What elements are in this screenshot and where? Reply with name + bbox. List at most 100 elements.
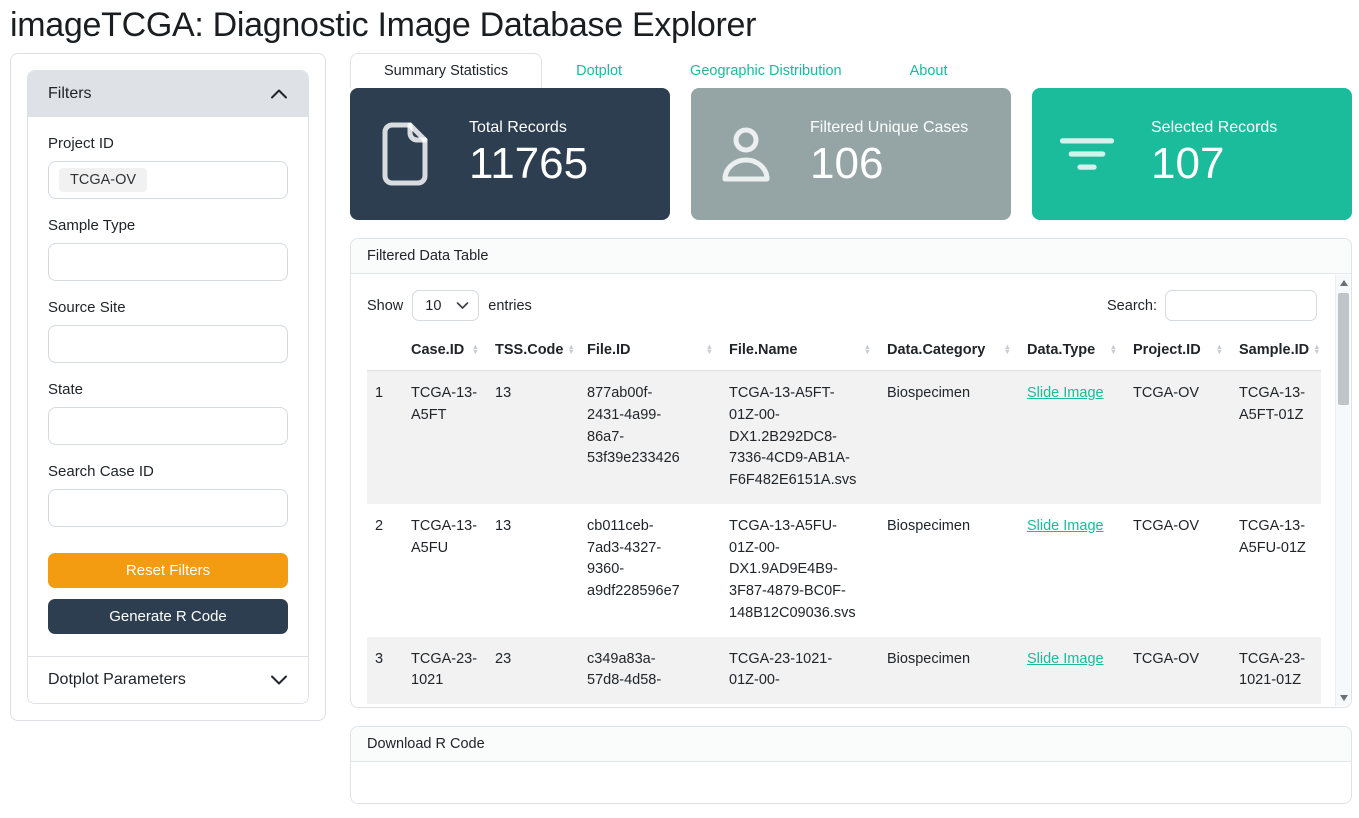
tab-summary-statistics[interactable]: Summary Statistics <box>350 53 542 88</box>
value-box-value: 11765 <box>469 140 588 188</box>
column-header-rownum <box>367 334 403 371</box>
tss-code-cell: 13 <box>487 371 579 504</box>
filtered-data-table: Case.ID▲▼ TSS.Code▲▼ File.ID▲▼ File.Name… <box>367 334 1321 704</box>
sample-type-input[interactable] <box>48 243 288 281</box>
sort-icon: ▲▼ <box>1110 345 1117 354</box>
column-header-file-id[interactable]: File.ID▲▼ <box>579 334 721 371</box>
project-id-cell: TCGA-OV <box>1125 637 1231 705</box>
project-id-label: Project ID <box>48 135 288 152</box>
scrollbar-thumb[interactable] <box>1338 293 1349 405</box>
show-label: Show <box>367 298 403 314</box>
value-box-label: Selected Records <box>1151 119 1277 137</box>
sample-id-cell: TCGA-23- 1021-01Z <box>1231 637 1321 705</box>
file-id-cell: c349a83a- 57d8-4d58- <box>579 637 721 705</box>
rownum-cell: 2 <box>367 504 403 637</box>
case-id-cell: TCGA-23- 1021 <box>403 637 487 705</box>
file-name-cell: TCGA-13-A5FU- 01Z-00- DX1.9AD9E4B9- 3F87… <box>721 504 879 637</box>
project-id-input[interactable]: TCGA-OV <box>48 161 288 199</box>
person-icon <box>718 125 774 183</box>
column-header-project-id[interactable]: Project.ID▲▼ <box>1125 334 1231 371</box>
download-r-code-card: Download R Code <box>350 726 1352 804</box>
table-scrollbar[interactable] <box>1335 275 1350 706</box>
data-category-cell: Biospecimen <box>879 637 1019 705</box>
sample-id-cell: TCGA-13- A5FU-01Z <box>1231 504 1321 637</box>
reset-filters-button[interactable]: Reset Filters <box>48 553 288 588</box>
table-row: 3 TCGA-23- 1021 23 c349a83a- 57d8-4d58- … <box>367 637 1321 705</box>
data-category-cell: Biospecimen <box>879 504 1019 637</box>
sort-icon: ▲▼ <box>1313 345 1320 354</box>
data-type-cell: Slide Image <box>1019 371 1125 504</box>
filters-title: Filters <box>48 85 92 103</box>
value-box-selected-records: Selected Records 107 <box>1032 88 1352 220</box>
filters-body: Project ID TCGA-OV Sample Type Source Si… <box>28 117 308 656</box>
sidebar-accordion: Filters Project ID TCGA-OV Sample Type <box>27 70 309 704</box>
state-field: State <box>48 381 288 445</box>
file-id-cell: 877ab00f- 2431-4a99- 86a7- 53f39e233426 <box>579 371 721 504</box>
main-content: Summary Statistics Dotplot Geographic Di… <box>350 53 1352 804</box>
data-type-cell: Slide Image <box>1019 637 1125 705</box>
column-header-case-id[interactable]: Case.ID▲▼ <box>403 334 487 371</box>
project-id-field: Project ID TCGA-OV <box>48 135 288 199</box>
data-category-cell: Biospecimen <box>879 371 1019 504</box>
table-row: 2 TCGA-13- A5FU 13 cb011ceb- 7ad3-4327- … <box>367 504 1321 637</box>
search-case-id-input[interactable] <box>48 489 288 527</box>
dotplot-params-title: Dotplot Parameters <box>48 671 186 689</box>
search-input[interactable] <box>1165 290 1317 321</box>
layout: Filters Project ID TCGA-OV Sample Type <box>10 53 1352 804</box>
project-id-cell: TCGA-OV <box>1125 371 1231 504</box>
generate-r-code-button[interactable]: Generate R Code <box>48 599 288 634</box>
state-input[interactable] <box>48 407 288 445</box>
sort-icon: ▲▼ <box>1216 345 1223 354</box>
slide-image-link[interactable]: Slide Image <box>1027 518 1104 534</box>
datatable-controls: Show 10 entries Search: <box>367 290 1331 321</box>
dotplot-params-accordion-header[interactable]: Dotplot Parameters <box>28 657 308 703</box>
sidebar: Filters Project ID TCGA-OV Sample Type <box>10 53 326 721</box>
sort-icon: ▲▼ <box>1004 345 1011 354</box>
search-case-id-field: Search Case ID <box>48 463 288 527</box>
slide-image-link[interactable]: Slide Image <box>1027 651 1104 667</box>
column-header-data-category[interactable]: Data.Category▲▼ <box>879 334 1019 371</box>
tss-code-cell: 23 <box>487 637 579 705</box>
tab-dotplot[interactable]: Dotplot <box>542 53 656 88</box>
rownum-cell: 3 <box>367 637 403 705</box>
case-id-cell: TCGA-13- A5FT <box>403 371 487 504</box>
value-box-label: Total Records <box>469 119 588 137</box>
case-id-cell: TCGA-13- A5FU <box>403 504 487 637</box>
page-title: imageTCGA: Diagnostic Image Database Exp… <box>10 6 1352 45</box>
table-header-row: Case.ID▲▼ TSS.Code▲▼ File.ID▲▼ File.Name… <box>367 334 1321 371</box>
table-row: 1 TCGA-13- A5FT 13 877ab00f- 2431-4a99- … <box>367 371 1321 504</box>
download-card-body <box>351 762 1351 803</box>
page-length-select[interactable]: 10 <box>412 290 479 321</box>
sample-id-cell: TCGA-13- A5FT-01Z <box>1231 371 1321 504</box>
file-name-cell: TCGA-23-1021- 01Z-00- <box>721 637 879 705</box>
tab-bar: Summary Statistics Dotplot Geographic Di… <box>350 53 1352 88</box>
value-box-text: Total Records 11765 <box>469 119 588 188</box>
data-type-cell: Slide Image <box>1019 504 1125 637</box>
slide-image-link[interactable]: Slide Image <box>1027 385 1104 401</box>
filtered-data-table-card: Filtered Data Table Show 10 entries Sear… <box>350 238 1352 708</box>
scroll-up-icon[interactable] <box>1336 275 1351 291</box>
tab-about[interactable]: About <box>876 53 982 88</box>
source-site-input[interactable] <box>48 325 288 363</box>
chevron-up-icon <box>270 88 288 100</box>
tab-geographic-distribution[interactable]: Geographic Distribution <box>656 53 876 88</box>
column-header-sample-id[interactable]: Sample.ID▲▼ <box>1231 334 1321 371</box>
value-box-filtered-unique-cases: Filtered Unique Cases 106 <box>691 88 1011 220</box>
project-id-token[interactable]: TCGA-OV <box>59 168 147 192</box>
column-header-data-type[interactable]: Data.Type▲▼ <box>1019 334 1125 371</box>
sample-type-field: Sample Type <box>48 217 288 281</box>
filters-accordion-item: Filters Project ID TCGA-OV Sample Type <box>28 71 308 656</box>
scroll-down-icon[interactable] <box>1336 690 1351 706</box>
file-name-cell: TCGA-13-A5FT- 01Z-00- DX1.2B292DC8- 7336… <box>721 371 879 504</box>
table-card-header: Filtered Data Table <box>351 239 1351 274</box>
value-box-text: Filtered Unique Cases 106 <box>810 119 968 188</box>
page-length-value: 10 <box>425 298 441 314</box>
chevron-down-icon <box>270 674 288 686</box>
sample-type-label: Sample Type <box>48 217 288 234</box>
filters-accordion-header[interactable]: Filters <box>28 71 308 117</box>
search-area: Search: <box>1107 290 1317 321</box>
column-header-tss-code[interactable]: TSS.Code▲▼ <box>487 334 579 371</box>
column-header-file-name[interactable]: File.Name▲▼ <box>721 334 879 371</box>
value-box-text: Selected Records 107 <box>1151 119 1277 188</box>
source-site-field: Source Site <box>48 299 288 363</box>
